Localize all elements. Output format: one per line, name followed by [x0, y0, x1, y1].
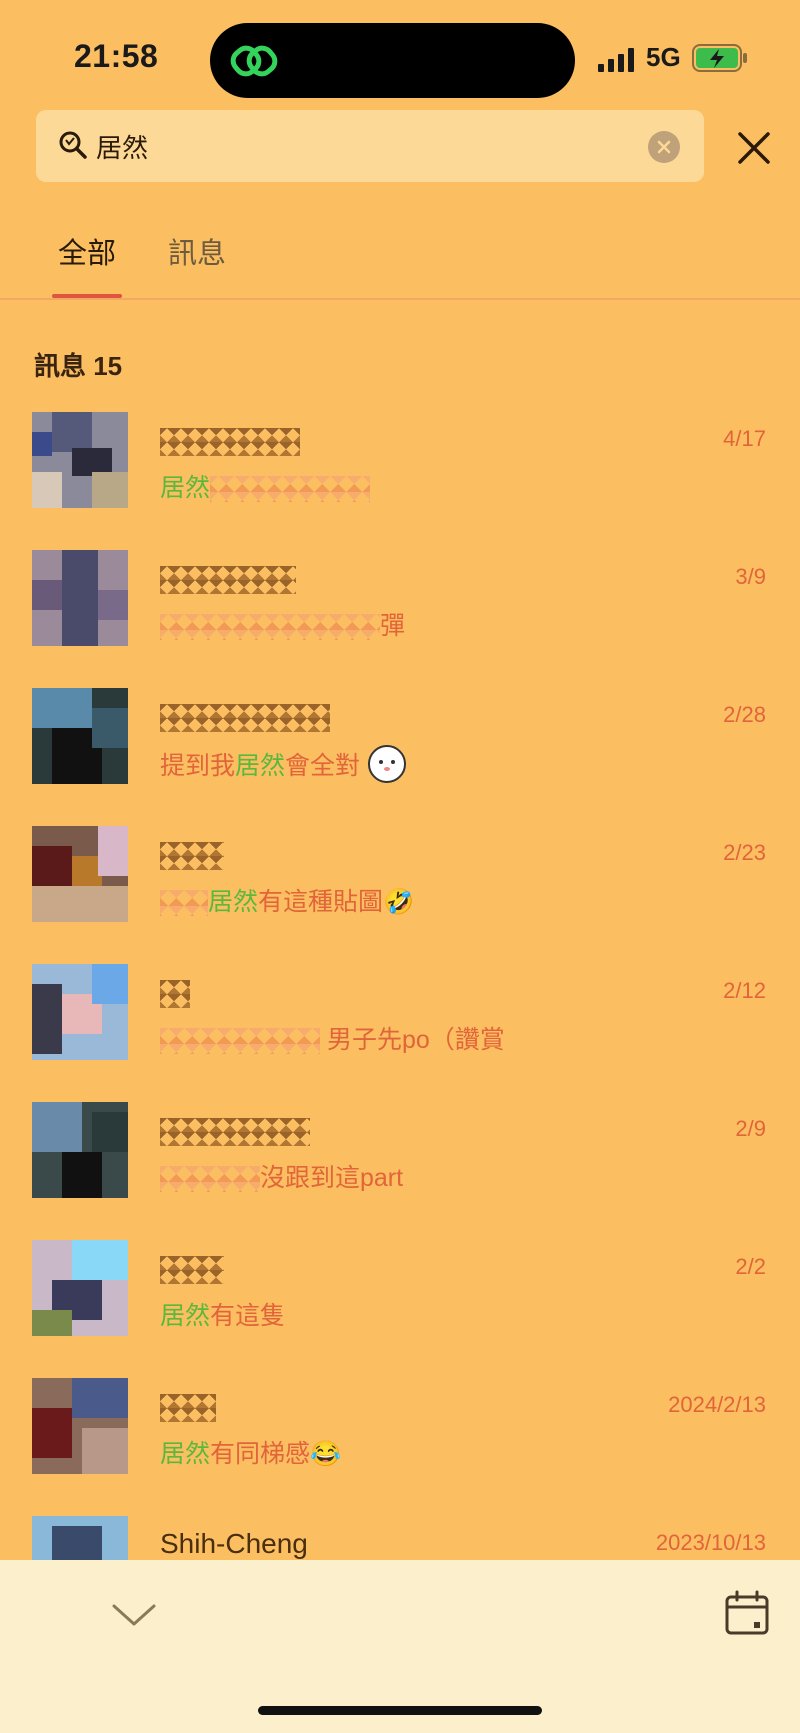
tab-all[interactable]: 全部 [58, 230, 116, 272]
chevron-down-icon[interactable] [110, 1600, 158, 1635]
battery-icon [692, 44, 748, 77]
list-item[interactable]: 居然 4/17 [0, 404, 800, 534]
status-time: 21:58 [74, 38, 159, 74]
message-snippet: 提到我居然會全對 [160, 744, 407, 791]
contact-name-redacted [160, 704, 330, 732]
list-item[interactable]: 居然有這隻 2/2 [0, 1232, 800, 1362]
search-highlight: 居然 [160, 474, 211, 502]
contact-name-redacted [160, 566, 296, 594]
message-date: 2/28 [723, 702, 766, 727]
home-indicator[interactable] [258, 1706, 542, 1715]
avatar [32, 826, 128, 922]
contact-name: Shih-Cheng [160, 1528, 308, 1559]
message-date: 4/17 [723, 426, 766, 451]
calendar-icon[interactable] [724, 1590, 770, 1641]
message-date: 2/12 [723, 978, 766, 1003]
message-snippet: 居然 [160, 468, 371, 504]
message-snippet: 居然有這種貼圖🤣 [160, 882, 414, 918]
avatar [32, 688, 128, 784]
snippet-redacted [160, 614, 380, 641]
list-item[interactable]: 男子先po（讚賞 2/12 [0, 956, 800, 1086]
message-date: 2023/10/13 [655, 1530, 766, 1555]
message-snippet: 居然有同梯感😂 [160, 1440, 342, 1468]
close-icon[interactable] [736, 130, 772, 166]
clear-icon[interactable] [648, 131, 680, 163]
avatar [32, 964, 128, 1060]
line-chain-icon [228, 35, 280, 92]
sticker-icon [367, 744, 407, 791]
contact-name-redacted [160, 980, 190, 1008]
avatar [32, 412, 128, 508]
message-snippet: 沒跟到這part [160, 1158, 403, 1194]
contact-name-redacted [160, 1256, 224, 1284]
avatar [32, 1378, 128, 1474]
message-date: 2/9 [735, 1116, 766, 1141]
message-date: 2/23 [723, 840, 766, 865]
tabs-divider [0, 298, 800, 300]
avatar [32, 550, 128, 646]
avatar [32, 1102, 128, 1198]
message-date: 2/2 [735, 1254, 766, 1279]
list-item[interactable]: 提到我居然會全對 2/28 [0, 680, 800, 810]
list-item[interactable]: 居然有同梯感😂 2024/2/13 [0, 1370, 800, 1500]
contact-name-redacted [160, 428, 300, 456]
message-snippet: 彈 [160, 606, 405, 642]
contact-name-redacted [160, 1394, 216, 1422]
message-snippet: 男子先po（讚賞 [160, 1020, 505, 1056]
message-date: 3/9 [735, 564, 766, 589]
list-item[interactable]: 彈 3/9 [0, 542, 800, 672]
list-item[interactable]: 沒跟到這part 2/9 [0, 1094, 800, 1224]
contact-name-redacted [160, 842, 224, 870]
snippet-redacted [160, 1166, 260, 1193]
tab-messages[interactable]: 訊息 [168, 230, 226, 272]
snippet-redacted [160, 890, 208, 917]
message-date: 2024/2/13 [668, 1392, 766, 1417]
search-input[interactable]: 居然 [96, 128, 148, 165]
section-title: 訊息 15 [34, 351, 123, 381]
search-icon [58, 130, 88, 165]
list-item[interactable]: 居然有這種貼圖🤣 2/23 [0, 818, 800, 948]
signal-icon [598, 48, 638, 77]
snippet-redacted [160, 1028, 320, 1055]
avatar [32, 1240, 128, 1336]
search-bar[interactable]: 居然 [36, 110, 704, 182]
dynamic-island [210, 23, 575, 98]
message-snippet: 居然有這隻 [160, 1302, 286, 1330]
network-label: 5G [646, 42, 681, 72]
snippet-redacted [210, 476, 371, 503]
contact-name-redacted [160, 1118, 310, 1146]
